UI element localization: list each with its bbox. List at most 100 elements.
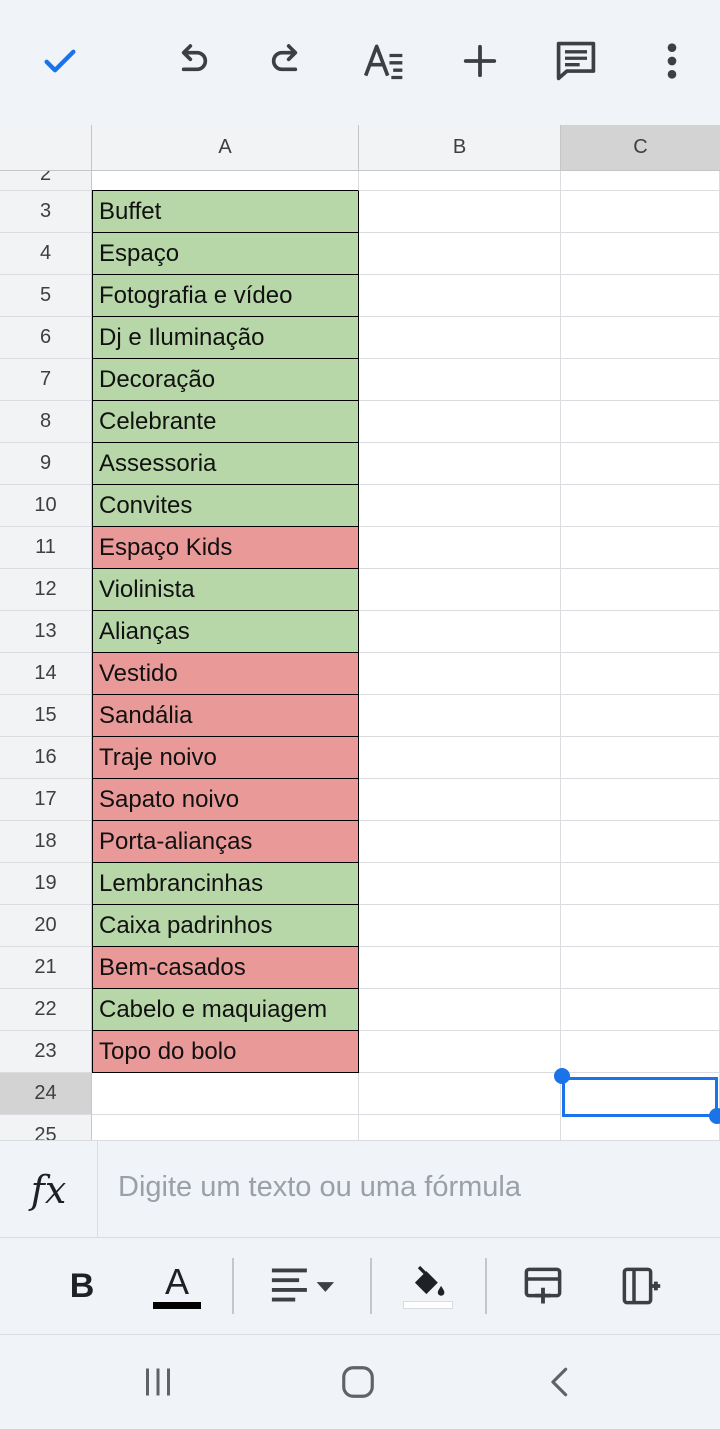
cell-a[interactable]: Topo do bolo	[92, 1031, 359, 1073]
cell-b[interactable]	[359, 947, 561, 989]
select-all-corner[interactable]	[0, 125, 92, 171]
cell-a[interactable]: Celebrante	[92, 401, 359, 443]
fill-color-icon[interactable]	[402, 1260, 454, 1312]
cell-b[interactable]	[359, 905, 561, 947]
row-header[interactable]: 3	[0, 191, 92, 233]
row-header[interactable]: 12	[0, 569, 92, 611]
cell-a[interactable]: Violinista	[92, 569, 359, 611]
cell-a[interactable]	[92, 1073, 359, 1115]
row-header[interactable]: 13	[0, 611, 92, 653]
cell-b[interactable]	[359, 1115, 561, 1140]
cell-a[interactable]: Vestido	[92, 653, 359, 695]
row-header[interactable]: 22	[0, 989, 92, 1031]
cell-c[interactable]	[561, 443, 720, 485]
cell-b[interactable]	[359, 191, 561, 233]
cell-a[interactable]: Caixa padrinhos	[92, 905, 359, 947]
row-header[interactable]: 17	[0, 779, 92, 821]
check-icon[interactable]	[31, 32, 89, 90]
cell-a[interactable]: Alianças	[92, 611, 359, 653]
selected-cell-outline[interactable]	[562, 1077, 718, 1117]
insert-column-icon[interactable]	[616, 1260, 666, 1312]
row-header[interactable]: 24	[0, 1073, 92, 1115]
row-header[interactable]: 19	[0, 863, 92, 905]
cell-c[interactable]	[561, 485, 720, 527]
cell-c[interactable]	[561, 779, 720, 821]
cell-c[interactable]	[561, 569, 720, 611]
cell-b[interactable]	[359, 233, 561, 275]
cell-b[interactable]	[359, 1073, 561, 1115]
row-header[interactable]: 11	[0, 527, 92, 569]
cell-a[interactable]	[92, 1115, 359, 1140]
cell-a[interactable]: Assessoria	[92, 443, 359, 485]
cell-b[interactable]	[359, 653, 561, 695]
cell-b[interactable]	[359, 485, 561, 527]
back-icon[interactable]	[530, 1357, 590, 1407]
row-header[interactable]: 10	[0, 485, 92, 527]
cell-a[interactable]: Dj e Iluminação	[92, 317, 359, 359]
align-icon[interactable]	[266, 1260, 340, 1312]
recent-apps-icon[interactable]	[128, 1357, 188, 1407]
cell-c[interactable]	[561, 317, 720, 359]
formula-input[interactable]: Digite um texto ou uma fórmula	[118, 1171, 521, 1204]
row-header[interactable]: 18	[0, 821, 92, 863]
column-header-b[interactable]: B	[359, 125, 561, 171]
row-header[interactable]: 21	[0, 947, 92, 989]
cell-a[interactable]: Espaço Kids	[92, 527, 359, 569]
comment-icon[interactable]	[547, 32, 605, 90]
cell-c[interactable]	[561, 989, 720, 1031]
row-header[interactable]: 14	[0, 653, 92, 695]
cell-b[interactable]	[359, 737, 561, 779]
cell-c[interactable]	[561, 1115, 720, 1140]
row-header[interactable]: 6	[0, 317, 92, 359]
row-header[interactable]: 25	[0, 1115, 92, 1140]
row-header[interactable]: 15	[0, 695, 92, 737]
cell-c[interactable]	[561, 653, 720, 695]
cell-b[interactable]	[359, 695, 561, 737]
text-color-icon[interactable]: A	[150, 1260, 204, 1312]
cell-b[interactable]	[359, 779, 561, 821]
column-header-c[interactable]: C	[561, 125, 720, 171]
cell-c[interactable]	[561, 233, 720, 275]
cell-b[interactable]	[359, 611, 561, 653]
selection-handle-top[interactable]	[554, 1068, 570, 1084]
cell-b[interactable]	[359, 317, 561, 359]
cell-c[interactable]	[561, 1031, 720, 1073]
row-header[interactable]: 23	[0, 1031, 92, 1073]
cell-a[interactable]: Porta-alianças	[92, 821, 359, 863]
selection-handle-bottom[interactable]	[709, 1108, 720, 1124]
cell-c[interactable]	[561, 695, 720, 737]
cell-b[interactable]	[359, 275, 561, 317]
cell-c[interactable]	[561, 401, 720, 443]
cell-c[interactable]	[561, 947, 720, 989]
cell-c[interactable]	[561, 821, 720, 863]
cell-a[interactable]: Cabelo e maquiagem	[92, 989, 359, 1031]
cell-b[interactable]	[359, 527, 561, 569]
row-header[interactable]: 8	[0, 401, 92, 443]
cell-b[interactable]	[359, 443, 561, 485]
cell-a[interactable]: Bem-casados	[92, 947, 359, 989]
cell-b[interactable]	[359, 359, 561, 401]
insert-row-icon[interactable]	[518, 1260, 568, 1312]
cell-a[interactable]: Buffet	[92, 191, 359, 233]
cell-b[interactable]	[359, 989, 561, 1031]
cell-b[interactable]	[359, 401, 561, 443]
redo-icon[interactable]	[258, 32, 316, 90]
cell-c[interactable]	[561, 359, 720, 401]
row-header[interactable]: 5	[0, 275, 92, 317]
cell-c[interactable]	[561, 905, 720, 947]
cell-c[interactable]	[561, 527, 720, 569]
row-header[interactable]: 4	[0, 233, 92, 275]
cell-a[interactable]: Espaço	[92, 233, 359, 275]
cell-b[interactable]	[359, 1031, 561, 1073]
more-vert-icon[interactable]	[643, 32, 701, 90]
cell-c[interactable]	[561, 863, 720, 905]
bold-icon[interactable]: B	[60, 1260, 104, 1312]
cell-a[interactable]: Sandália	[92, 695, 359, 737]
add-icon[interactable]	[451, 32, 509, 90]
cell-a[interactable]: Fotografia e vídeo	[92, 275, 359, 317]
cell-a[interactable]: Lembrancinhas	[92, 863, 359, 905]
cell-a[interactable]: Decoração	[92, 359, 359, 401]
cell-b[interactable]	[359, 569, 561, 611]
cell-b[interactable]	[359, 821, 561, 863]
text-format-icon[interactable]	[355, 32, 413, 90]
